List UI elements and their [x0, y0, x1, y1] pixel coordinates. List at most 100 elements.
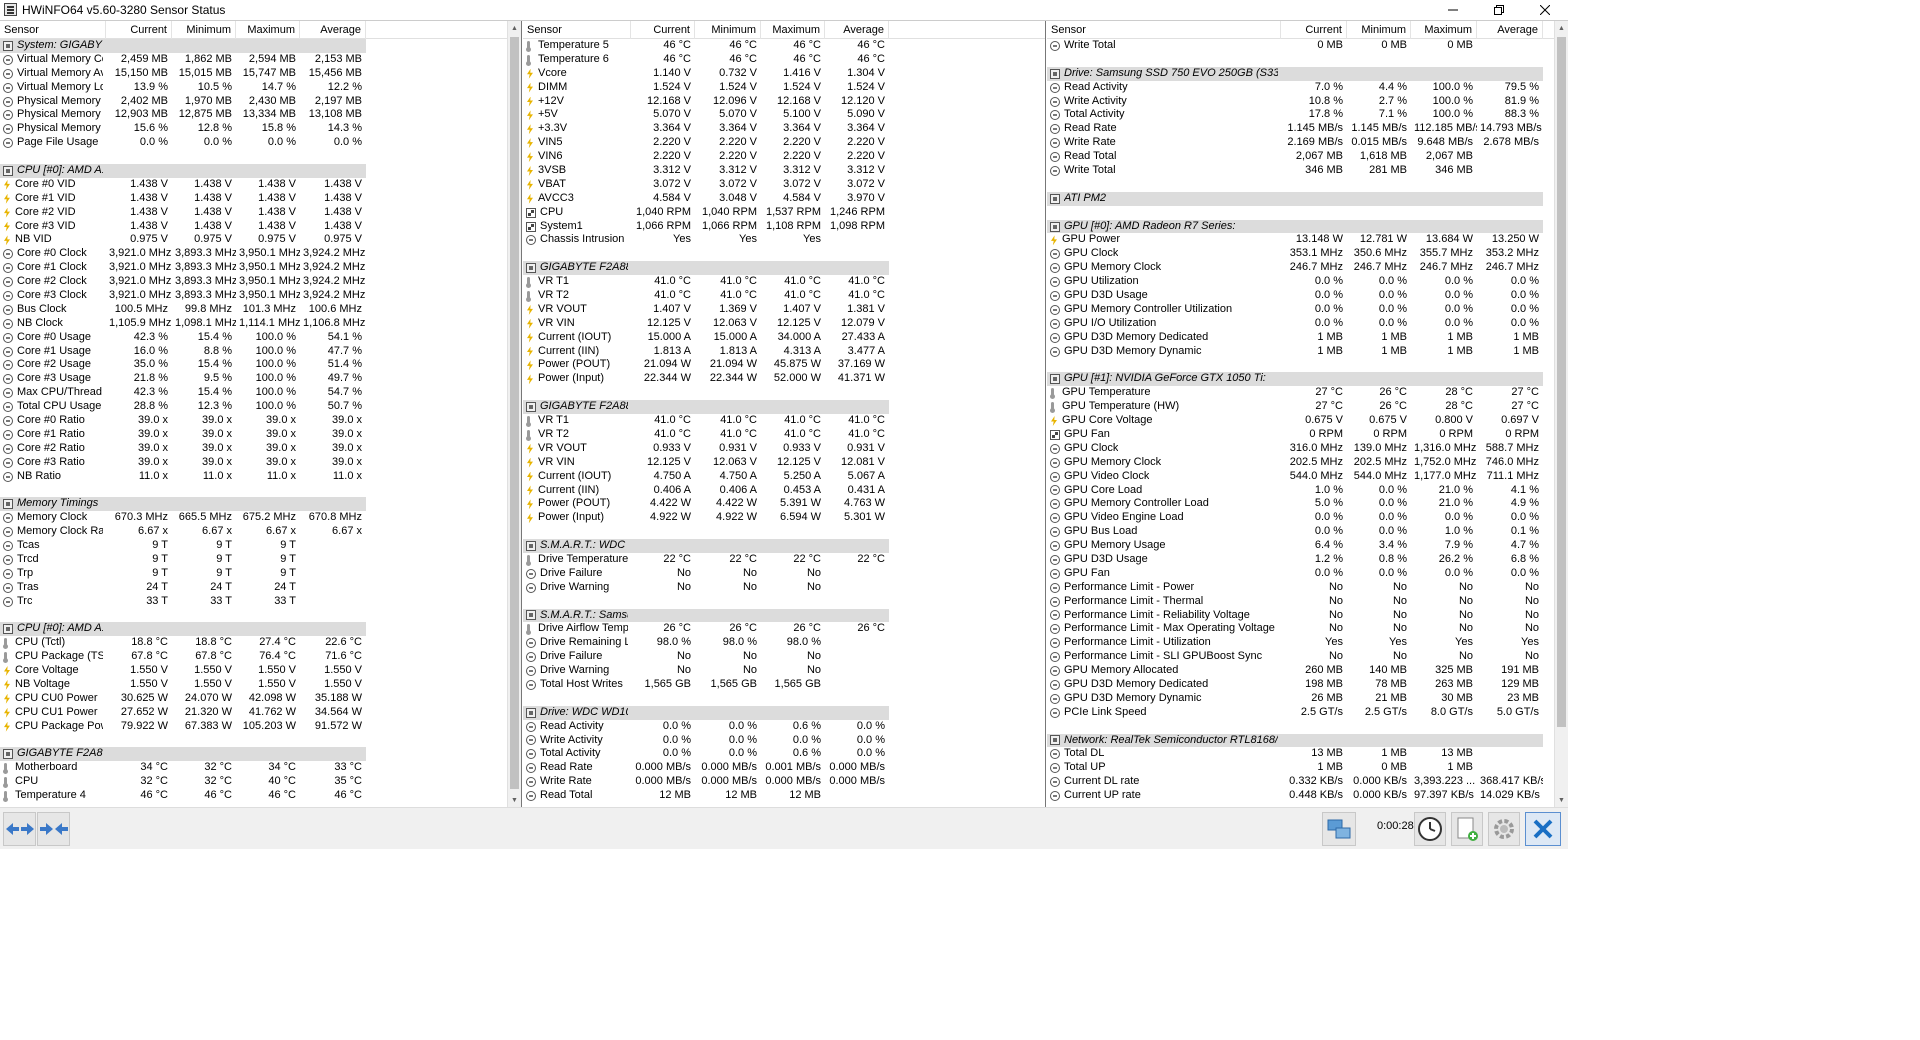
sensor-row[interactable]: PCIe Link Speed 2.5 GT/s 2.5 GT/s 8.0 GT/s 5…: [1047, 706, 1568, 720]
sensor-group-header[interactable]: Drive: WDC WD10E...: [523, 705, 1045, 720]
sensor-row[interactable]: GPU Memory Usage 6.4 % 3.4 % 7.9 % 4.7 %: [1047, 539, 1568, 553]
column-header-sensor[interactable]: Sensor: [0, 21, 106, 39]
sensor-row[interactable]: Bus Clock 100.5 MHz 99.8 MHz 101.3 MHz 100.6…: [0, 303, 521, 317]
column-header-current[interactable]: Current: [1281, 21, 1347, 39]
sensor-row[interactable]: DIMM 1.524 V 1.524 V 1.524 V 1.524 V: [523, 81, 1045, 95]
sensor-row[interactable]: Read Activity 7.0 % 4.4 % 100.0 % 79.5 %: [1047, 81, 1568, 95]
sensor-row[interactable]: Vcore 1.140 V 0.732 V 1.416 V 1.304 V: [523, 67, 1045, 81]
sensor-row[interactable]: Power (POUT) 21.094 W 21.094 W 45.875 W 37.1…: [523, 358, 1045, 372]
sensor-row[interactable]: CPU Package Power 79.922 W 67.383 W 105.203…: [0, 720, 521, 734]
sensor-row[interactable]: Read Total 2,067 MB 1,618 MB 2,067 MB: [1047, 150, 1568, 164]
clock-button[interactable]: [1414, 812, 1446, 846]
sensor-row[interactable]: NB Ratio 11.0 x 11.0 x 11.0 x 11.0 x: [0, 470, 521, 484]
scroll-thumb[interactable]: [1557, 37, 1566, 727]
sensor-group-header[interactable]: Drive: Samsung SSD 750 EVO 250GB (S33SNW…: [1047, 66, 1568, 81]
column-header-current[interactable]: Current: [631, 21, 695, 39]
sensor-row[interactable]: Current (IOUT) 4.750 A 4.750 A 5.250 A 5.067…: [523, 470, 1045, 484]
sensor-row[interactable]: Current UP rate 0.448 KB/s 0.000 KB/s 97.39…: [1047, 789, 1568, 803]
sensor-row[interactable]: GPU Clock 316.0 MHz 139.0 MHz 1,316.0 MHz 58…: [1047, 442, 1568, 456]
sensor-group-header[interactable]: GIGABYTE F2A88XN...: [523, 261, 1045, 276]
sensor-row[interactable]: Power (Input) 4.922 W 4.922 W 6.594 W 5.301 …: [523, 511, 1045, 525]
sensor-row[interactable]: VR T1 41.0 °C 41.0 °C 41.0 °C 41.0 °C: [523, 275, 1045, 289]
sensor-row[interactable]: System1 1,066 RPM 1,066 RPM 1,108 RPM 1,098 …: [523, 220, 1045, 234]
sensor-row[interactable]: CPU (Tctl) 18.8 °C 18.8 °C 27.4 °C 22.6 °C: [0, 636, 521, 650]
sensor-row[interactable]: GPU Core Load 1.0 % 0.0 % 21.0 % 4.1 %: [1047, 484, 1568, 498]
sensor-row[interactable]: Total CPU Usage 28.8 % 12.3 % 100.0 % 50.7 %: [0, 400, 521, 414]
sensor-panel-2[interactable]: Sensor Current Minimum Maximum Average Temper…: [523, 21, 1046, 807]
sensor-row[interactable]: VIN5 2.220 V 2.220 V 2.220 V 2.220 V: [523, 136, 1045, 150]
sensor-row[interactable]: Core #0 Usage 42.3 % 15.4 % 100.0 % 54.1 %: [0, 331, 521, 345]
sensor-row[interactable]: GPU Memory Clock 202.5 MHz 202.5 MHz 1,752.…: [1047, 456, 1568, 470]
sensor-row[interactable]: Drive Warning No No No: [523, 581, 1045, 595]
sensor-row[interactable]: CPU CU1 Power 27.652 W 21.320 W 41.762 W 34.…: [0, 706, 521, 720]
sensor-row[interactable]: Performance Limit - Power No No No No: [1047, 581, 1568, 595]
network-button[interactable]: [1322, 812, 1356, 846]
sensor-row[interactable]: GPU Temperature 27 °C 26 °C 28 °C 27 °C: [1047, 386, 1568, 400]
sensor-row[interactable]: Write Total 346 MB 281 MB 346 MB: [1047, 164, 1568, 178]
sensor-row[interactable]: Temperature 4 46 °C 46 °C 46 °C 46 °C: [0, 789, 521, 803]
scroll-up-arrow-icon[interactable]: ▲: [508, 21, 521, 35]
sensor-row[interactable]: Physical Memory Used 2,402 MB 1,970 MB 2,43…: [0, 95, 521, 109]
sensor-row[interactable]: CPU 32 °C 32 °C 40 °C 35 °C: [0, 775, 521, 789]
sensor-row[interactable]: AVCC3 4.584 V 3.048 V 4.584 V 3.970 V: [523, 192, 1045, 206]
sensor-row[interactable]: Current (IIN) 0.406 A 0.406 A 0.453 A 0.431 …: [523, 484, 1045, 498]
column-header-maximum[interactable]: Maximum: [1411, 21, 1477, 39]
sensor-row[interactable]: Drive Failure No No No: [523, 567, 1045, 581]
sensor-row[interactable]: Physical Memory Load 15.6 % 12.8 % 15.8 % 14…: [0, 122, 521, 136]
sensor-row[interactable]: GPU D3D Usage 1.2 % 0.8 % 26.2 % 6.8 %: [1047, 553, 1568, 567]
sensor-row[interactable]: VR T1 41.0 °C 41.0 °C 41.0 °C 41.0 °C: [523, 414, 1045, 428]
sensor-group-header[interactable]: GIGABYTE F2A88X...: [0, 747, 521, 762]
sensor-row[interactable]: 3VSB 3.312 V 3.312 V 3.312 V 3.312 V: [523, 164, 1045, 178]
sensor-row[interactable]: Drive Warning No No No: [523, 664, 1045, 678]
sensor-row[interactable]: +3.3V 3.364 V 3.364 V 3.364 V 3.364 V: [523, 122, 1045, 136]
sensor-group-header[interactable]: GPU [#0]: AMD Radeon R7 Series:: [1047, 219, 1568, 234]
sensor-row[interactable]: VIN6 2.220 V 2.220 V 2.220 V 2.220 V: [523, 150, 1045, 164]
sensor-row[interactable]: VR VOUT 1.407 V 1.369 V 1.407 V 1.381 V: [523, 303, 1045, 317]
column-header-current[interactable]: Current: [106, 21, 172, 39]
sensor-row[interactable]: Temperature 6 46 °C 46 °C 46 °C 46 °C: [523, 53, 1045, 67]
navigate-expand-button[interactable]: [37, 812, 70, 846]
sensor-row[interactable]: VBAT 3.072 V 3.072 V 3.072 V 3.072 V: [523, 178, 1045, 192]
column-header-maximum[interactable]: Maximum: [761, 21, 825, 39]
sensor-row[interactable]: Current (IOUT) 15.000 A 15.000 A 34.000 A 27…: [523, 331, 1045, 345]
column-header-minimum[interactable]: Minimum: [172, 21, 236, 39]
sensor-row[interactable]: GPU Fan 0.0 % 0.0 % 0.0 % 0.0 %: [1047, 567, 1568, 581]
sensor-group-header[interactable]: Network: RealTek Semiconductor RTL8168/8…: [1047, 733, 1568, 748]
sensor-row[interactable]: Core #0 Ratio 39.0 x 39.0 x 39.0 x 39.0 x: [0, 414, 521, 428]
sensor-row[interactable]: Drive Failure No No No: [523, 650, 1045, 664]
sensor-group-header[interactable]: S.M.A.R.T.: Samsun...: [523, 608, 1045, 623]
sensor-row[interactable]: Drive Temperature 22 °C 22 °C 22 °C 22 °C: [523, 553, 1045, 567]
sensor-row[interactable]: GPU D3D Memory Dedicated 1 MB 1 MB 1 MB 1 MB: [1047, 331, 1568, 345]
scroll-thumb[interactable]: [510, 37, 519, 789]
sensor-row[interactable]: VR T2 41.0 °C 41.0 °C 41.0 °C 41.0 °C: [523, 289, 1045, 303]
sensor-row[interactable]: Tcas 9 T 9 T 9 T: [0, 539, 521, 553]
sensor-row[interactable]: Core #1 Ratio 39.0 x 39.0 x 39.0 x 39.0 x: [0, 428, 521, 442]
sensor-row[interactable]: GPU Utilization 0.0 % 0.0 % 0.0 % 0.0 %: [1047, 275, 1568, 289]
scroll-down-arrow-icon[interactable]: ▼: [1555, 793, 1568, 807]
sensor-row[interactable]: Core #3 VID 1.438 V 1.438 V 1.438 V 1.438 V: [0, 220, 521, 234]
sensor-row[interactable]: Core #3 Ratio 39.0 x 39.0 x 39.0 x 39.0 x: [0, 456, 521, 470]
sensor-row[interactable]: Write Rate 0.000 MB/s 0.000 MB/s 0.000 MB/s…: [523, 775, 1045, 789]
sensor-row[interactable]: Core #1 Clock 3,921.0 MHz 3,893.3 MHz 3,950…: [0, 261, 521, 275]
sensor-panel-1[interactable]: Sensor Current Minimum Maximum Average System…: [0, 21, 522, 807]
sensor-row[interactable]: NB Voltage 1.550 V 1.550 V 1.550 V 1.550 V: [0, 678, 521, 692]
sensor-group-header[interactable]: GIGABYTE F2A88XN...: [523, 400, 1045, 415]
sensor-row[interactable]: Core #1 Usage 16.0 % 8.8 % 100.0 % 47.7 %: [0, 345, 521, 359]
navigate-left-button[interactable]: [3, 812, 36, 846]
sensor-row[interactable]: Core #2 VID 1.438 V 1.438 V 1.438 V 1.438 V: [0, 206, 521, 220]
sensor-row[interactable]: GPU Temperature (HW) 27 °C 26 °C 28 °C 27 °C: [1047, 400, 1568, 414]
sensor-row[interactable]: Read Total 12 MB 12 MB 12 MB: [523, 789, 1045, 803]
sensor-row[interactable]: VR VIN 12.125 V 12.063 V 12.125 V 12.081 V: [523, 456, 1045, 470]
sensor-group-header[interactable]: GPU [#1]: NVIDIA GeForce GTX 1050 Ti:: [1047, 372, 1568, 387]
restore-button[interactable]: [1476, 0, 1522, 19]
sensor-row[interactable]: Trc 33 T 33 T 33 T: [0, 595, 521, 609]
column-header-sensor[interactable]: Sensor: [523, 21, 631, 39]
sensor-group-header[interactable]: CPU [#0]: AMD A1...: [0, 164, 521, 178]
column-header-minimum[interactable]: Minimum: [695, 21, 761, 39]
sensor-row[interactable]: VR VOUT 0.933 V 0.931 V 0.933 V 0.931 V: [523, 442, 1045, 456]
sensor-row[interactable]: Trp 9 T 9 T 9 T: [0, 567, 521, 581]
sensor-row[interactable]: Physical Memory Av... 12,903 MB 12,875 MB 1…: [0, 108, 521, 122]
sensor-row[interactable]: GPU D3D Usage 0.0 % 0.0 % 0.0 % 0.0 %: [1047, 289, 1568, 303]
sensor-row[interactable]: VR VIN 12.125 V 12.063 V 12.125 V 12.079 V: [523, 317, 1045, 331]
sensor-row[interactable]: GPU Memory Allocated 260 MB 140 MB 325 MB 19…: [1047, 664, 1568, 678]
